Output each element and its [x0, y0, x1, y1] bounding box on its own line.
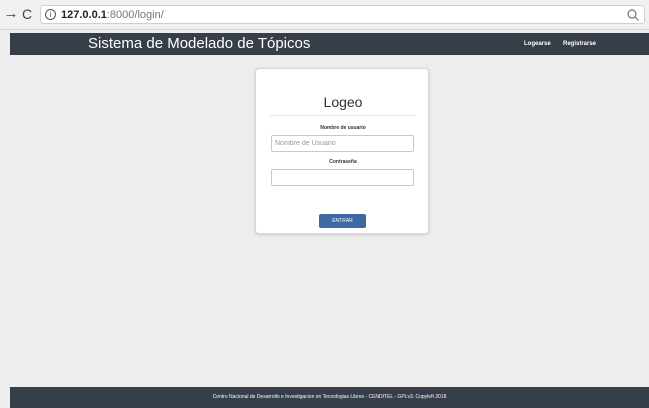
app-navbar: Sistema de Modelado de Tópicos Logearse …	[10, 33, 649, 55]
username-label: Nombre de usuario	[320, 125, 366, 131]
register-link[interactable]: Registrarse	[563, 33, 596, 55]
info-icon[interactable]: i	[45, 9, 56, 20]
login-card: Logeo Nombre de usuario Contraseña ENTRA…	[255, 68, 429, 234]
reload-icon[interactable]: C	[19, 6, 35, 22]
brand-title[interactable]: Sistema de Modelado de Tópicos	[88, 33, 310, 55]
login-link[interactable]: Logearse	[524, 33, 551, 55]
url-text[interactable]: 127.0.0.1:8000/login/	[61, 8, 164, 22]
zoom-icon[interactable]	[626, 8, 640, 22]
password-input[interactable]	[271, 169, 414, 186]
login-submit-button[interactable]: ENTRAR	[319, 214, 366, 228]
username-input[interactable]	[271, 135, 414, 152]
title-divider	[270, 115, 416, 116]
password-label: Contraseña	[329, 159, 357, 165]
browser-toolbar: → C i 127.0.0.1:8000/login/	[0, 0, 649, 30]
footer-text: Centro Nacional de Desarrollo e Investig…	[212, 394, 447, 400]
url-path: :8000/login/	[106, 9, 164, 21]
url-host: 127.0.0.1	[61, 9, 107, 21]
forward-arrow-icon[interactable]: →	[3, 6, 19, 22]
login-title: Logeo	[323, 94, 363, 110]
address-bar[interactable]: i 127.0.0.1:8000/login/	[40, 5, 645, 24]
footer: Centro Nacional de Desarrollo e Investig…	[10, 387, 649, 408]
